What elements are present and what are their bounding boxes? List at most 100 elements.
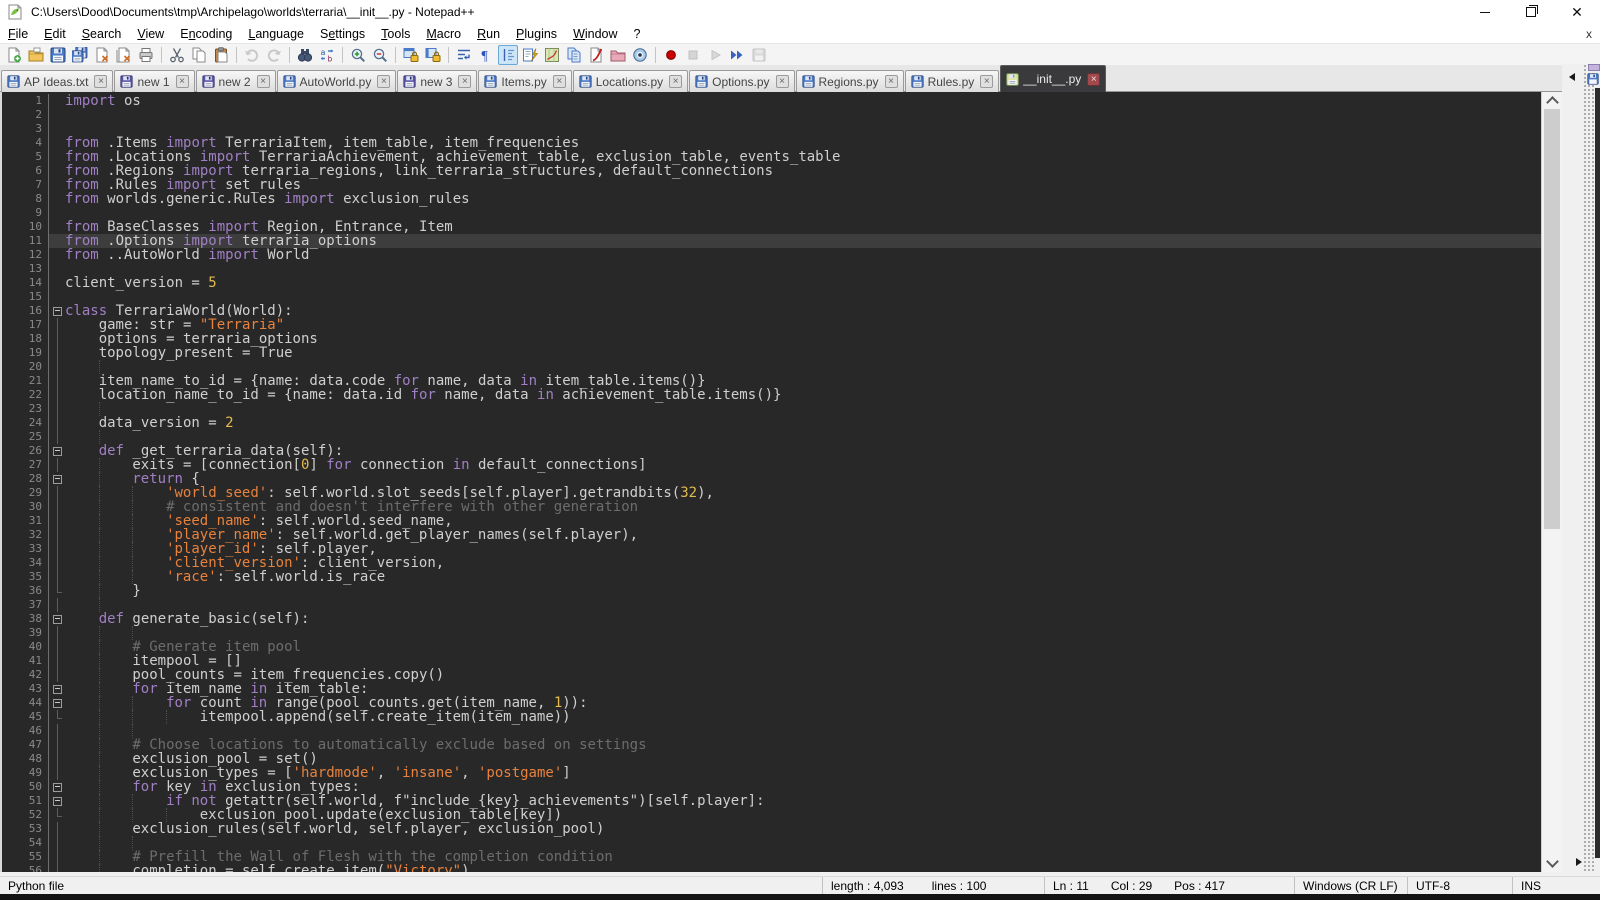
zoom-out-button[interactable]: [370, 45, 390, 65]
line-number[interactable]: 14: [2, 276, 48, 290]
tab-close-button[interactable]: ×: [1087, 73, 1100, 86]
undo-button[interactable]: [242, 45, 262, 65]
menubar-close-doc-button[interactable]: x: [1586, 27, 1592, 41]
line-number[interactable]: 41: [2, 654, 48, 668]
code-line[interactable]: 20: [2, 360, 1541, 374]
line-number[interactable]: 52: [2, 808, 48, 822]
code-line[interactable]: 5from .Locations import TerrariaAchievem…: [2, 150, 1541, 164]
code-line[interactable]: 43for item_name in item_table:: [2, 682, 1541, 696]
fold-collapse-icon[interactable]: [53, 685, 62, 694]
minimize-button[interactable]: [1462, 0, 1508, 24]
code-line[interactable]: 31'seed_name': self.world.seed_name,: [2, 514, 1541, 528]
code-line[interactable]: 48exclusion_pool = set(): [2, 752, 1541, 766]
code-line[interactable]: 28return {: [2, 472, 1541, 486]
menu-item-encoding[interactable]: Encoding: [172, 26, 240, 42]
code-line[interactable]: 27exits = [connection[0] for connection …: [2, 458, 1541, 472]
code-line[interactable]: 36}: [2, 584, 1541, 598]
line-number[interactable]: 15: [2, 290, 48, 304]
line-number[interactable]: 8: [2, 192, 48, 206]
code-line[interactable]: 44for count in range(pool_counts.get(ite…: [2, 696, 1541, 710]
code-line[interactable]: 24data_version = 2: [2, 416, 1541, 430]
monitoring-button[interactable]: [630, 45, 650, 65]
code-line[interactable]: 55# Prefill the Wall of Flesh with the c…: [2, 850, 1541, 864]
close-all-button[interactable]: [114, 45, 134, 65]
save-all-button[interactable]: [70, 45, 90, 65]
code-line[interactable]: 14client_version = 5: [2, 276, 1541, 290]
line-number[interactable]: 12: [2, 248, 48, 262]
save-button[interactable]: [48, 45, 68, 65]
code-line[interactable]: 26def _get_terraria_data(self):: [2, 444, 1541, 458]
tab-new-2[interactable]: new 2×: [196, 70, 276, 92]
tab-new-3[interactable]: new 3×: [397, 70, 477, 92]
menu-item-run[interactable]: Run: [469, 26, 508, 42]
menu-item-view[interactable]: View: [129, 26, 172, 42]
code-line[interactable]: 40# Generate item pool: [2, 640, 1541, 654]
show-all-characters-button[interactable]: ¶: [476, 45, 496, 65]
code-line[interactable]: 10from BaseClasses import Region, Entran…: [2, 220, 1541, 234]
line-number[interactable]: 54: [2, 836, 48, 850]
scroll-up-arrow-icon[interactable]: [1546, 96, 1559, 109]
code-line[interactable]: 11from .Options import terraria_options: [2, 234, 1541, 248]
menu-item-plugins[interactable]: Plugins: [508, 26, 565, 42]
code-line[interactable]: 9: [2, 206, 1541, 220]
macro-save-button[interactable]: [749, 45, 769, 65]
line-number[interactable]: 55: [2, 850, 48, 864]
tab-close-button[interactable]: ×: [94, 75, 107, 88]
code-line[interactable]: 45itempool.append(self.create_item(item_…: [2, 710, 1541, 724]
fold-collapse-icon[interactable]: [53, 475, 62, 484]
menu-item-window[interactable]: Window: [565, 26, 625, 42]
tab-__init__-py[interactable]: __init__.py×: [1000, 65, 1106, 92]
project-panel-button[interactable]: [608, 45, 628, 65]
tab-locations-py[interactable]: Locations.py×: [573, 70, 688, 92]
code-line[interactable]: 30# consistent and doesn't interfere wit…: [2, 500, 1541, 514]
tab-close-button[interactable]: ×: [669, 75, 682, 88]
code-line[interactable]: 56completion = self.create_item("Victory…: [2, 864, 1541, 872]
line-number[interactable]: 31: [2, 514, 48, 528]
tab-close-button[interactable]: ×: [885, 75, 898, 88]
replace-button[interactable]: ab: [317, 45, 337, 65]
macro-play-button[interactable]: [705, 45, 725, 65]
line-number[interactable]: 36: [2, 584, 48, 598]
new-file-button[interactable]: [4, 45, 24, 65]
open-file-button[interactable]: [26, 45, 46, 65]
sync-vertical-scroll-button[interactable]: [401, 45, 421, 65]
code-line[interactable]: 32'player_name': self.world.get_player_n…: [2, 528, 1541, 542]
line-number[interactable]: 37: [2, 598, 48, 612]
code-line[interactable]: 8from worlds.generic.Rules import exclus…: [2, 192, 1541, 206]
code-line[interactable]: 22location_name_to_id = {name: data.id f…: [2, 388, 1541, 402]
code-line[interactable]: 7from .Rules import set_rules: [2, 178, 1541, 192]
code-line[interactable]: 35'race': self.world.is_race: [2, 570, 1541, 584]
tab-autoworld-py[interactable]: AutoWorld.py×: [277, 70, 397, 92]
tab-options-py[interactable]: Options.py×: [689, 70, 794, 92]
line-number[interactable]: 49: [2, 766, 48, 780]
code-line[interactable]: 17game: str = "Terraria": [2, 318, 1541, 332]
code-line[interactable]: 38def generate_basic(self):: [2, 612, 1541, 626]
line-number[interactable]: 39: [2, 626, 48, 640]
restore-button[interactable]: [1508, 0, 1554, 24]
fold-collapse-icon[interactable]: [53, 699, 62, 708]
tab-close-button[interactable]: ×: [553, 75, 566, 88]
code-line[interactable]: 49exclusion_types = ['hardmode', 'insane…: [2, 766, 1541, 780]
menu-item-language[interactable]: Language: [240, 26, 312, 42]
function-list-button[interactable]: [520, 45, 540, 65]
line-number[interactable]: 26: [2, 444, 48, 458]
line-number[interactable]: 33: [2, 542, 48, 556]
line-number[interactable]: 28: [2, 472, 48, 486]
line-number[interactable]: 40: [2, 640, 48, 654]
menu-item-settings[interactable]: Settings: [312, 26, 373, 42]
code-line[interactable]: 1import os: [2, 94, 1541, 108]
line-number[interactable]: 45: [2, 710, 48, 724]
copy-button[interactable]: [189, 45, 209, 65]
line-number[interactable]: 5: [2, 150, 48, 164]
paste-button[interactable]: [211, 45, 231, 65]
word-wrap-button[interactable]: [454, 45, 474, 65]
line-number[interactable]: 3: [2, 122, 48, 136]
code-line[interactable]: 21item_name_to_id = {name: data.code for…: [2, 374, 1541, 388]
menu-item-macro[interactable]: Macro: [418, 26, 469, 42]
macro-run-multiple-button[interactable]: [727, 45, 747, 65]
menu-item-help[interactable]: ?: [626, 26, 649, 42]
tab-new-1[interactable]: new 1×: [114, 70, 194, 92]
line-number[interactable]: 44: [2, 696, 48, 710]
code-line[interactable]: 12from ..AutoWorld import World: [2, 248, 1541, 262]
code-line[interactable]: 33'player_id': self.player,: [2, 542, 1541, 556]
